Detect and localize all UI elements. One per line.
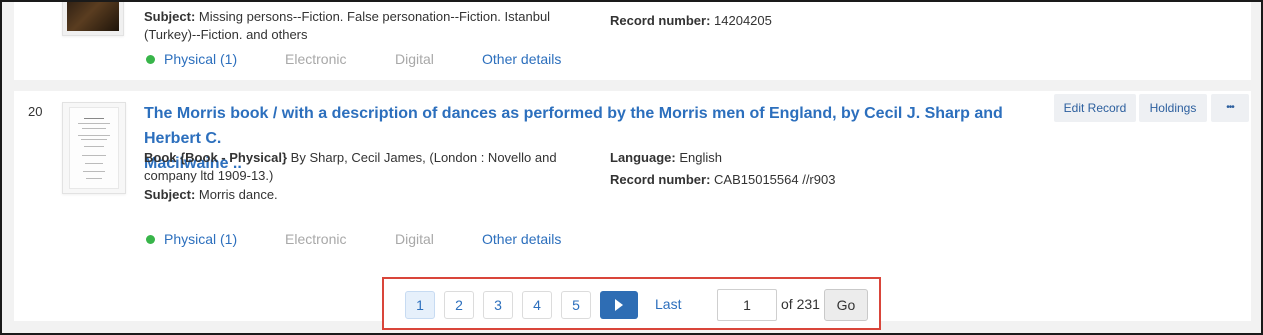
subject-label: Subject: <box>144 9 196 24</box>
results-frame: Subject: Missing persons--Fiction. False… <box>0 0 1263 335</box>
subject-previous: Subject: Missing persons--Fiction. False… <box>144 8 594 44</box>
last-page-link[interactable]: Last <box>655 296 681 312</box>
cover-image <box>67 2 119 31</box>
other-details-link[interactable]: Other details <box>482 231 561 247</box>
record-number-previous: Record number: 14204205 <box>610 12 772 30</box>
go-button[interactable]: Go <box>824 289 868 321</box>
result-index: 20 <box>28 104 43 119</box>
edit-record-button[interactable]: Edit Record <box>1054 94 1136 122</box>
electronic-label-previous: Electronic <box>285 51 347 67</box>
record-number: Record number: CAB15015564 //r903 <box>610 171 835 189</box>
triangle-right-icon <box>615 299 623 311</box>
subject-label: Subject: <box>144 187 196 202</box>
language-label: Language: <box>610 150 676 165</box>
record-number-label: Record number: <box>610 13 711 28</box>
page-5-button[interactable]: 5 <box>561 291 591 319</box>
digital-label: Digital <box>395 231 434 247</box>
next-page-button[interactable] <box>600 291 638 319</box>
electronic-label: Electronic <box>285 231 347 247</box>
record-details: By Sharp, Cecil James, (London : Novello… <box>290 150 557 165</box>
record-subject: Subject: Morris dance. <box>144 186 278 204</box>
subject-value: Morris dance. <box>198 187 278 202</box>
record-language: Language: English <box>610 149 722 167</box>
availability-physical[interactable]: Physical (1) <box>146 231 237 247</box>
page-4-button[interactable]: 4 <box>522 291 552 319</box>
record-type-details: Book {Book - Physical} By Sharp, Cecil J… <box>144 149 594 185</box>
page-2-button[interactable]: 2 <box>444 291 474 319</box>
record-thumbnail-previous[interactable] <box>62 2 124 36</box>
record-number-label: Record number: <box>610 172 711 187</box>
available-status-icon <box>146 55 155 64</box>
physical-link[interactable]: Physical (1) <box>164 231 237 247</box>
other-details-link-previous[interactable]: Other details <box>482 51 561 67</box>
record-details-cont: company ltd 1909-13.) <box>144 168 274 183</box>
subject-text: Missing persons--Fiction. False personat… <box>198 9 551 24</box>
digital-label-previous: Digital <box>395 51 434 67</box>
availability-physical-previous[interactable]: Physical (1) <box>146 51 237 67</box>
more-actions-button[interactable]: ••• <box>1211 94 1249 122</box>
page-1-button[interactable]: 1 <box>405 291 435 319</box>
result-card-previous: Subject: Missing persons--Fiction. False… <box>14 2 1251 80</box>
holdings-button[interactable]: Holdings <box>1139 94 1207 122</box>
record-number-value: 14204205 <box>714 13 772 28</box>
record-number-value: CAB15015564 //r903 <box>714 172 836 187</box>
language-value: English <box>679 150 722 165</box>
subject-text-cont: (Turkey)--Fiction. and others <box>144 27 308 42</box>
record-type: Book {Book - Physical} <box>144 150 288 165</box>
record-thumbnail[interactable] <box>62 102 126 194</box>
book-cover-image <box>69 107 119 189</box>
record-title-line1[interactable]: The Morris book / with a description of … <box>144 105 1003 147</box>
available-status-icon <box>146 235 155 244</box>
physical-link[interactable]: Physical (1) <box>164 51 237 67</box>
pagination: 1 2 3 4 5 Last of 231 Go <box>382 277 881 330</box>
page-number-input[interactable] <box>717 289 777 321</box>
total-pages-label: of 231 <box>781 296 820 312</box>
page-3-button[interactable]: 3 <box>483 291 513 319</box>
